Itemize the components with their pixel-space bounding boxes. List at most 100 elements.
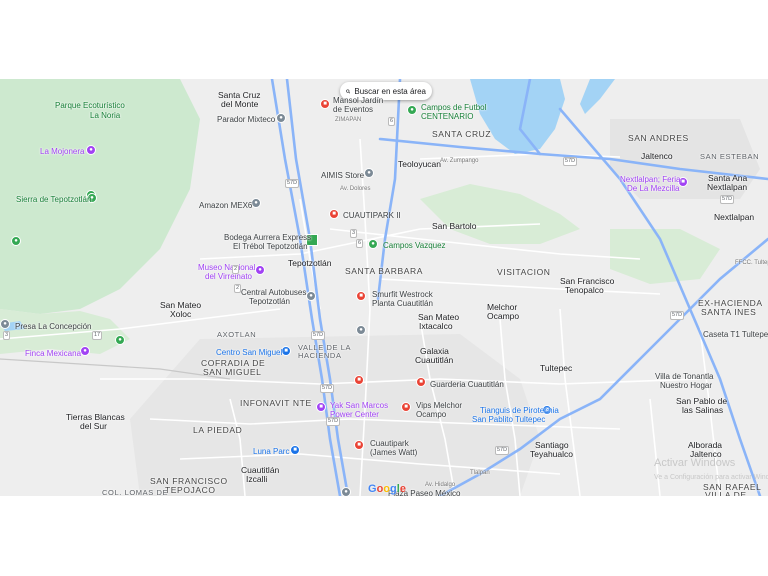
map-label-valle-hacienda-2: HACIENDA	[298, 351, 342, 360]
map-label-campos-futbol-1[interactable]: Campos de Futbol	[421, 103, 486, 112]
map-label-san-andres[interactable]: SAN ANDRES	[628, 134, 689, 143]
map-label-san-pablo-salinas-2[interactable]: las Salinas	[682, 406, 723, 415]
map-label-tultepec[interactable]: Tultepec	[540, 364, 572, 373]
map-label-santa-cruz[interactable]: SANTA CRUZ	[432, 130, 491, 139]
factory-pin[interactable]: ■	[356, 291, 366, 301]
field-area-2	[610, 229, 720, 284]
map-label-ex-hacienda-2[interactable]: SANTA INES	[701, 308, 756, 317]
map-label-caseta-t1[interactable]: Caseta T1 Tultepec	[703, 330, 768, 339]
map-label-san-esteban: SAN ESTEBAN	[700, 152, 760, 161]
map-label-la-noria[interactable]: La Noria	[90, 111, 120, 120]
map-label-guarderia[interactable]: Guarderia Cuautitlán	[430, 380, 504, 389]
map-label-yak-1[interactable]: Yak San Marcos	[330, 401, 388, 410]
map-label-sierra-tepotzotlan[interactable]: Sierra de Tepotzotlán	[16, 195, 91, 204]
bus-station-pin[interactable]: ●	[306, 291, 316, 301]
place-pin[interactable]: ●	[0, 319, 10, 329]
map-label-melchor-ocampo-2[interactable]: Ocampo	[487, 312, 519, 321]
map-label-nextlalpan[interactable]: Nextlalpan	[714, 213, 754, 222]
map-label-villa-tonantla-2[interactable]: Nuestro Hogar	[660, 381, 712, 390]
map-label-mansol-1[interactable]: Mansol Jardín	[333, 96, 383, 105]
map-label-la-piedad[interactable]: LA PIEDAD	[193, 426, 242, 435]
water-channel	[580, 79, 615, 114]
map-label-tepotzotlan[interactable]: Tepotzotlán	[288, 259, 331, 268]
park-pin[interactable]: ●	[407, 105, 417, 115]
map-label-amazon-mex6[interactable]: Amazon MEX6	[199, 201, 252, 210]
map-label-vips-2[interactable]: Ocampo	[416, 410, 446, 419]
shopping-pin[interactable]: ■	[281, 346, 291, 356]
map-label-smurfit-1[interactable]: Smurfit Westrock	[372, 290, 433, 299]
store-pin[interactable]: ●	[364, 168, 374, 178]
mall-pin[interactable]: ■	[316, 402, 326, 412]
map-label-finca-mexicana[interactable]: Finca Mexicana	[25, 349, 81, 358]
map-label-nextlalpan-feria-1[interactable]: Nextlalpan; Feria	[620, 175, 680, 184]
park-pin[interactable]: ●	[115, 335, 125, 345]
map-label-santa-barbara[interactable]: SANTA BARBARA	[345, 267, 423, 276]
search-this-area-label: Buscar en esta área	[354, 86, 426, 96]
map-label-la-mojonera[interactable]: La Mojonera	[40, 147, 84, 156]
industrial-park-pin[interactable]: ■	[329, 209, 339, 219]
map-label-central-autobuses-2[interactable]: Tepotzotlán	[249, 297, 290, 306]
map-label-jaltenco[interactable]: Jaltenco	[641, 152, 673, 161]
daycare-pin[interactable]: ■	[416, 377, 426, 387]
map-label-san-mateo-xoloc-2[interactable]: Xoloc	[170, 310, 191, 319]
venue-pin[interactable]: ●	[80, 346, 90, 356]
map-label-aimis-store[interactable]: AIMIS Store	[321, 171, 364, 180]
map-label-nextlalpan-feria-2[interactable]: De La Mezcilla	[627, 184, 679, 193]
route-shield: 57D	[670, 311, 685, 320]
place-pin[interactable]: ●	[341, 487, 351, 496]
map-label-santa-cruz-monte-2[interactable]: del Monte	[221, 100, 258, 109]
map-label-tierras-blancas-2[interactable]: del Sur	[80, 422, 107, 431]
map-label-santiago-2[interactable]: Teyahualco	[530, 450, 573, 459]
map-label-museo-1[interactable]: Museo Nacional	[198, 263, 255, 272]
map-label-visitacion[interactable]: VISITACION	[497, 268, 551, 277]
map-label-parque-ecoturistico[interactable]: Parque Ecoturístico	[55, 101, 125, 110]
map-label-cuautitlan-izcalli-2[interactable]: Izcalli	[246, 475, 267, 484]
map-label-centro-san-miguel[interactable]: Centro San Miguel	[216, 348, 282, 357]
map-label-active-windows-2: Ve a Configuración para activar Windows.	[654, 474, 768, 481]
place-pin[interactable]: ●	[356, 325, 366, 335]
map-label-galaxia-2[interactable]: Cuautitlán	[415, 356, 453, 365]
museum-pin[interactable]: ●	[255, 265, 265, 275]
map-label-presa-la-concepcion[interactable]: Presa La Concepción	[15, 322, 92, 331]
map-label-san-francisco-tenopalco-2[interactable]: Tenopalco	[565, 286, 604, 295]
map-label-teoloyucan[interactable]: Teoloyucan	[398, 160, 441, 169]
map-label-parador-mixteco[interactable]: Parador Mixteco	[217, 115, 275, 124]
park-pin[interactable]: ●	[11, 236, 21, 246]
route-shield: 6	[356, 239, 364, 248]
map-label-villa-de[interactable]: VILLA DE	[705, 491, 747, 497]
park-pin[interactable]: ●	[368, 239, 378, 249]
map-label-san-francisco-tepojaco-2[interactable]: TEPOJACO	[165, 486, 216, 495]
lake-zumpango	[470, 79, 565, 154]
industrial-park-pin[interactable]: ■	[354, 440, 364, 450]
map-label-luna-parc[interactable]: Luna Parc	[253, 447, 289, 456]
map-label-san-mateo-ixtacalco-2[interactable]: Ixtacalco	[419, 322, 453, 331]
map-label-museo-2[interactable]: del Virreinato	[205, 272, 252, 281]
landmark-pin[interactable]: ●	[86, 145, 96, 155]
map-label-smurfit-2[interactable]: Planta Cuautitlán	[372, 299, 433, 308]
map-label-campos-vazquez[interactable]: Campos Vazquez	[383, 241, 446, 250]
place-pin[interactable]: ●	[276, 113, 286, 123]
map-label-bodega-aurrera-1[interactable]: Bodega Aurrera Express	[224, 233, 311, 242]
event-venue-pin[interactable]: ■	[320, 99, 330, 109]
map-label-santa-ana-2[interactable]: Nextlalpan	[707, 183, 747, 192]
map-label-mansol-2[interactable]: de Eventos	[333, 105, 373, 114]
map-label-bodega-aurrera-2[interactable]: El Trébol Tepotzotlán	[233, 242, 308, 251]
map-label-campos-futbol-2[interactable]: CENTENARIO	[421, 112, 473, 121]
map-label-vips-1[interactable]: Vips Melchor	[416, 401, 462, 410]
warehouse-pin[interactable]: ●	[251, 198, 261, 208]
map-label-san-bartolo[interactable]: San Bartolo	[432, 222, 476, 231]
map-label-tianguis-2[interactable]: San Pablito Tultepec	[472, 415, 545, 424]
map-label-cofradia-2[interactable]: SAN MIGUEL	[203, 368, 261, 377]
place-pin[interactable]: ■	[354, 375, 364, 385]
restaurant-pin[interactable]: ■	[401, 402, 411, 412]
map-label-infonavit-nte[interactable]: INFONAVIT NTE	[240, 399, 312, 408]
map-label-cuautipark-watt-2[interactable]: (James Watt)	[370, 448, 417, 457]
map-label-tlalpan: Tlalpan	[470, 470, 490, 476]
map-label-central-autobuses-1[interactable]: Central Autobuses	[241, 288, 306, 297]
map-label-villa-tonantla-1[interactable]: Villa de Tonantla	[655, 372, 713, 381]
map-canvas[interactable]: Buscar en esta área ■ ● ● ● ● ● ● ● ● ■ …	[0, 79, 768, 496]
map-label-cuautipark-ii[interactable]: CUAUTIPARK II	[343, 211, 401, 220]
map-label-cuautipark-watt-1[interactable]: Cuautipark	[370, 439, 409, 448]
map-label-tianguis-1[interactable]: Tianguis de Pirotecnia	[480, 406, 559, 415]
amusement-pin[interactable]: ■	[290, 445, 300, 455]
